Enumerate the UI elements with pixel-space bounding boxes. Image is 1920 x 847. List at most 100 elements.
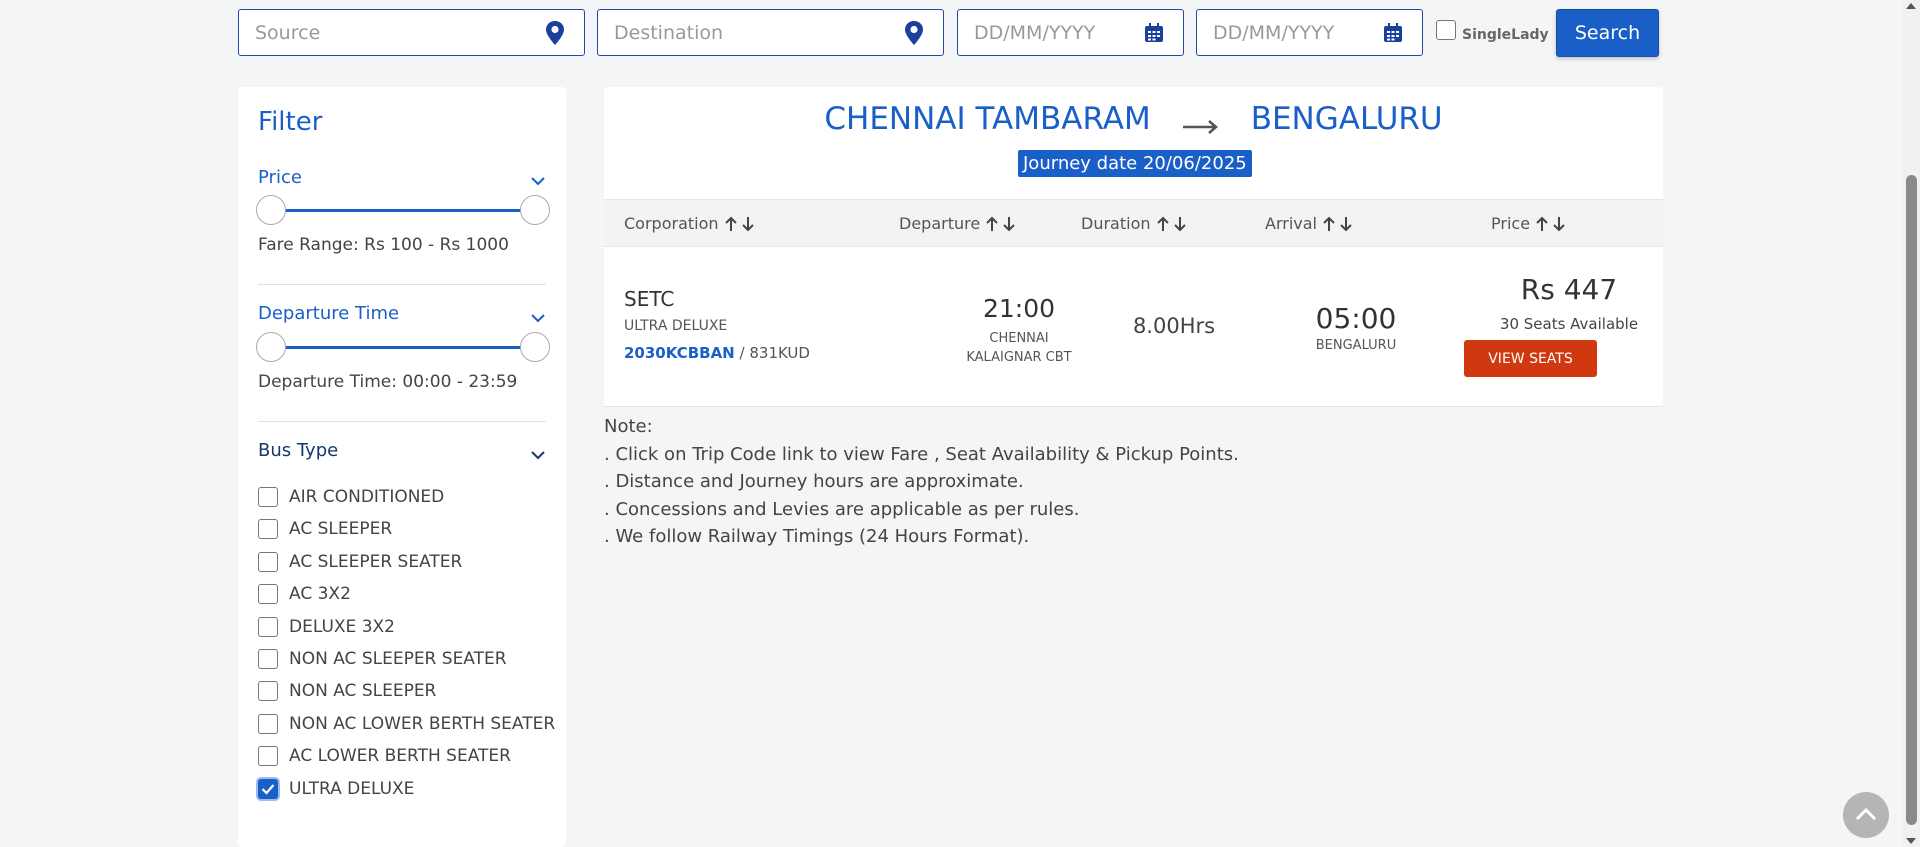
- duration: 8.00Hrs: [1132, 314, 1216, 338]
- price-min-handle[interactable]: [256, 195, 286, 225]
- bus-type-label: DELUXE 3X2: [289, 616, 395, 637]
- single-lady-option[interactable]: SingleLady: [1436, 17, 1549, 43]
- bus-type-label: AIR CONDITIONED: [289, 487, 445, 507]
- price-slider-track[interactable]: [270, 209, 534, 212]
- single-lady-checkbox[interactable]: [1436, 20, 1456, 40]
- trip-code-group: 2030KCBBAN / 831KUD: [624, 344, 810, 362]
- arrow-right-icon: [1181, 109, 1221, 134]
- bus-type-label: ULTRA DELUXE: [289, 778, 415, 799]
- price-max-handle[interactable]: [520, 195, 550, 225]
- view-seats-button[interactable]: VIEW SEATS: [1464, 340, 1597, 377]
- bus-type-option[interactable]: DELUXE 3X2: [258, 616, 395, 637]
- sort-arrows-icon[interactable]: [984, 216, 1018, 232]
- bus-type-checkbox[interactable]: [258, 616, 278, 637]
- bus-type-option[interactable]: NON AC SLEEPER: [258, 681, 437, 702]
- col-label: Corporation: [624, 214, 719, 233]
- bus-type-checkbox[interactable]: [258, 681, 278, 702]
- departure-place: CHENNAI KALAIGNAR CBT: [929, 329, 1109, 367]
- bus-type-checkbox[interactable]: [258, 713, 278, 734]
- fare-range-text: Fare Range: Rs 100 - Rs 1000: [258, 235, 509, 255]
- scrollbar[interactable]: [1903, 0, 1920, 847]
- scroll-down-icon[interactable]: [1906, 838, 1916, 844]
- bus-type-option[interactable]: AC LOWER BERTH SEATER: [258, 746, 511, 767]
- trip-code-link[interactable]: 2030KCBBAN: [624, 344, 735, 362]
- seats-available: 30 Seats Available: [1499, 315, 1639, 333]
- filter-title: Filter: [258, 107, 323, 137]
- results-panel: CHENNAI TAMBARAM BENGALURU Journey date …: [604, 87, 1663, 407]
- route-code: / 831KUD: [739, 344, 810, 362]
- chevron-up-icon: [1855, 806, 1877, 825]
- scroll-up-icon[interactable]: [1906, 3, 1916, 9]
- source-input[interactable]: Source: [238, 9, 585, 56]
- chevron-down-icon[interactable]: [530, 173, 546, 189]
- bus-class: ULTRA DELUXE: [624, 318, 728, 334]
- arrival-time: 05:00: [1315, 302, 1397, 335]
- bus-type-label: NON AC SLEEPER SEATER: [289, 649, 507, 669]
- col-corporation[interactable]: Corporation: [624, 214, 757, 233]
- col-label: Duration: [1081, 214, 1151, 233]
- bus-type-option[interactable]: NON AC SLEEPER SEATER: [258, 649, 507, 669]
- col-label: Price: [1491, 214, 1531, 233]
- destination-placeholder: Destination: [614, 21, 724, 44]
- return-date-placeholder: DD/MM/YYYY: [1213, 21, 1335, 44]
- sort-arrows-icon[interactable]: [1321, 216, 1355, 232]
- departure-max-handle[interactable]: [520, 332, 550, 362]
- check-icon: [261, 783, 275, 795]
- arrival-place: BENGALURU: [1315, 338, 1397, 353]
- bus-type-checkbox[interactable]: [258, 519, 278, 540]
- calendar-icon[interactable]: [1141, 20, 1167, 46]
- bus-type-checkbox[interactable]: [258, 584, 278, 605]
- price: Rs 447: [1520, 273, 1618, 306]
- departure-filter-title[interactable]: Departure Time: [258, 303, 399, 324]
- departure-place-line1: CHENNAI: [989, 331, 1049, 346]
- search-button[interactable]: Search: [1556, 9, 1659, 57]
- location-pin-icon: [901, 20, 927, 46]
- scrollbar-thumb[interactable]: [1906, 175, 1917, 825]
- col-duration[interactable]: Duration: [1081, 214, 1189, 233]
- bus-type-checkbox[interactable]: [258, 649, 278, 669]
- bus-type-option[interactable]: NON AC LOWER BERTH SEATER: [258, 713, 555, 734]
- divider: [258, 421, 546, 422]
- bus-type-option[interactable]: AIR CONDITIONED: [258, 487, 444, 507]
- trip-row: SETC ULTRA DELUXE 2030KCBBAN / 831KUD 21…: [604, 247, 1663, 407]
- departure-min-handle[interactable]: [256, 332, 286, 362]
- departure-place-line2: KALAIGNAR CBT: [966, 350, 1072, 365]
- divider: [258, 284, 546, 285]
- col-arrival[interactable]: Arrival: [1265, 214, 1355, 233]
- col-label: Departure: [899, 214, 981, 233]
- bus-type-label: AC 3X2: [289, 584, 351, 605]
- journey-date-placeholder: DD/MM/YYYY: [974, 21, 1096, 44]
- journey-date-input[interactable]: DD/MM/YYYY: [957, 9, 1184, 56]
- return-date-input[interactable]: DD/MM/YYYY: [1196, 9, 1423, 56]
- bus-type-label: AC SLEEPER: [289, 519, 393, 540]
- bus-type-checkbox[interactable]: [258, 487, 278, 507]
- col-departure[interactable]: Departure: [899, 214, 1018, 233]
- bus-type-option[interactable]: AC 3X2: [258, 584, 351, 605]
- col-price[interactable]: Price: [1491, 214, 1568, 233]
- departure-slider-track[interactable]: [270, 346, 534, 349]
- filter-panel: Filter Price Fare Range: Rs 100 - Rs 100…: [238, 87, 566, 847]
- bus-type-option[interactable]: ULTRA DELUXE: [258, 778, 415, 799]
- destination-input[interactable]: Destination: [597, 9, 944, 56]
- sort-arrows-icon[interactable]: [1155, 216, 1189, 232]
- bus-type-checkbox[interactable]: [258, 778, 278, 799]
- sort-arrows-icon[interactable]: [1534, 216, 1568, 232]
- bus-type-checkbox[interactable]: [258, 746, 278, 767]
- sort-arrows-icon[interactable]: [723, 216, 757, 232]
- scroll-to-top-button[interactable]: [1843, 792, 1889, 838]
- calendar-icon[interactable]: [1380, 20, 1406, 46]
- bus-type-option[interactable]: AC SLEEPER SEATER: [258, 551, 463, 572]
- price-filter-title[interactable]: Price: [258, 167, 302, 188]
- bus-type-label: AC SLEEPER SEATER: [289, 551, 463, 572]
- bus-type-title[interactable]: Bus Type: [258, 440, 338, 461]
- bus-type-checkbox[interactable]: [258, 551, 278, 572]
- single-lady-label: SingleLady: [1462, 27, 1549, 43]
- chevron-down-icon[interactable]: [530, 310, 546, 326]
- chevron-down-icon[interactable]: [530, 447, 546, 463]
- bus-type-label: NON AC SLEEPER: [289, 681, 437, 702]
- bus-type-label: AC LOWER BERTH SEATER: [289, 746, 511, 767]
- notes: Note: . Click on Trip Code link to view …: [604, 413, 1239, 551]
- source-placeholder: Source: [255, 21, 321, 44]
- bus-type-option[interactable]: AC SLEEPER: [258, 519, 393, 540]
- note-line: . Distance and Journey hours are approxi…: [604, 471, 1024, 492]
